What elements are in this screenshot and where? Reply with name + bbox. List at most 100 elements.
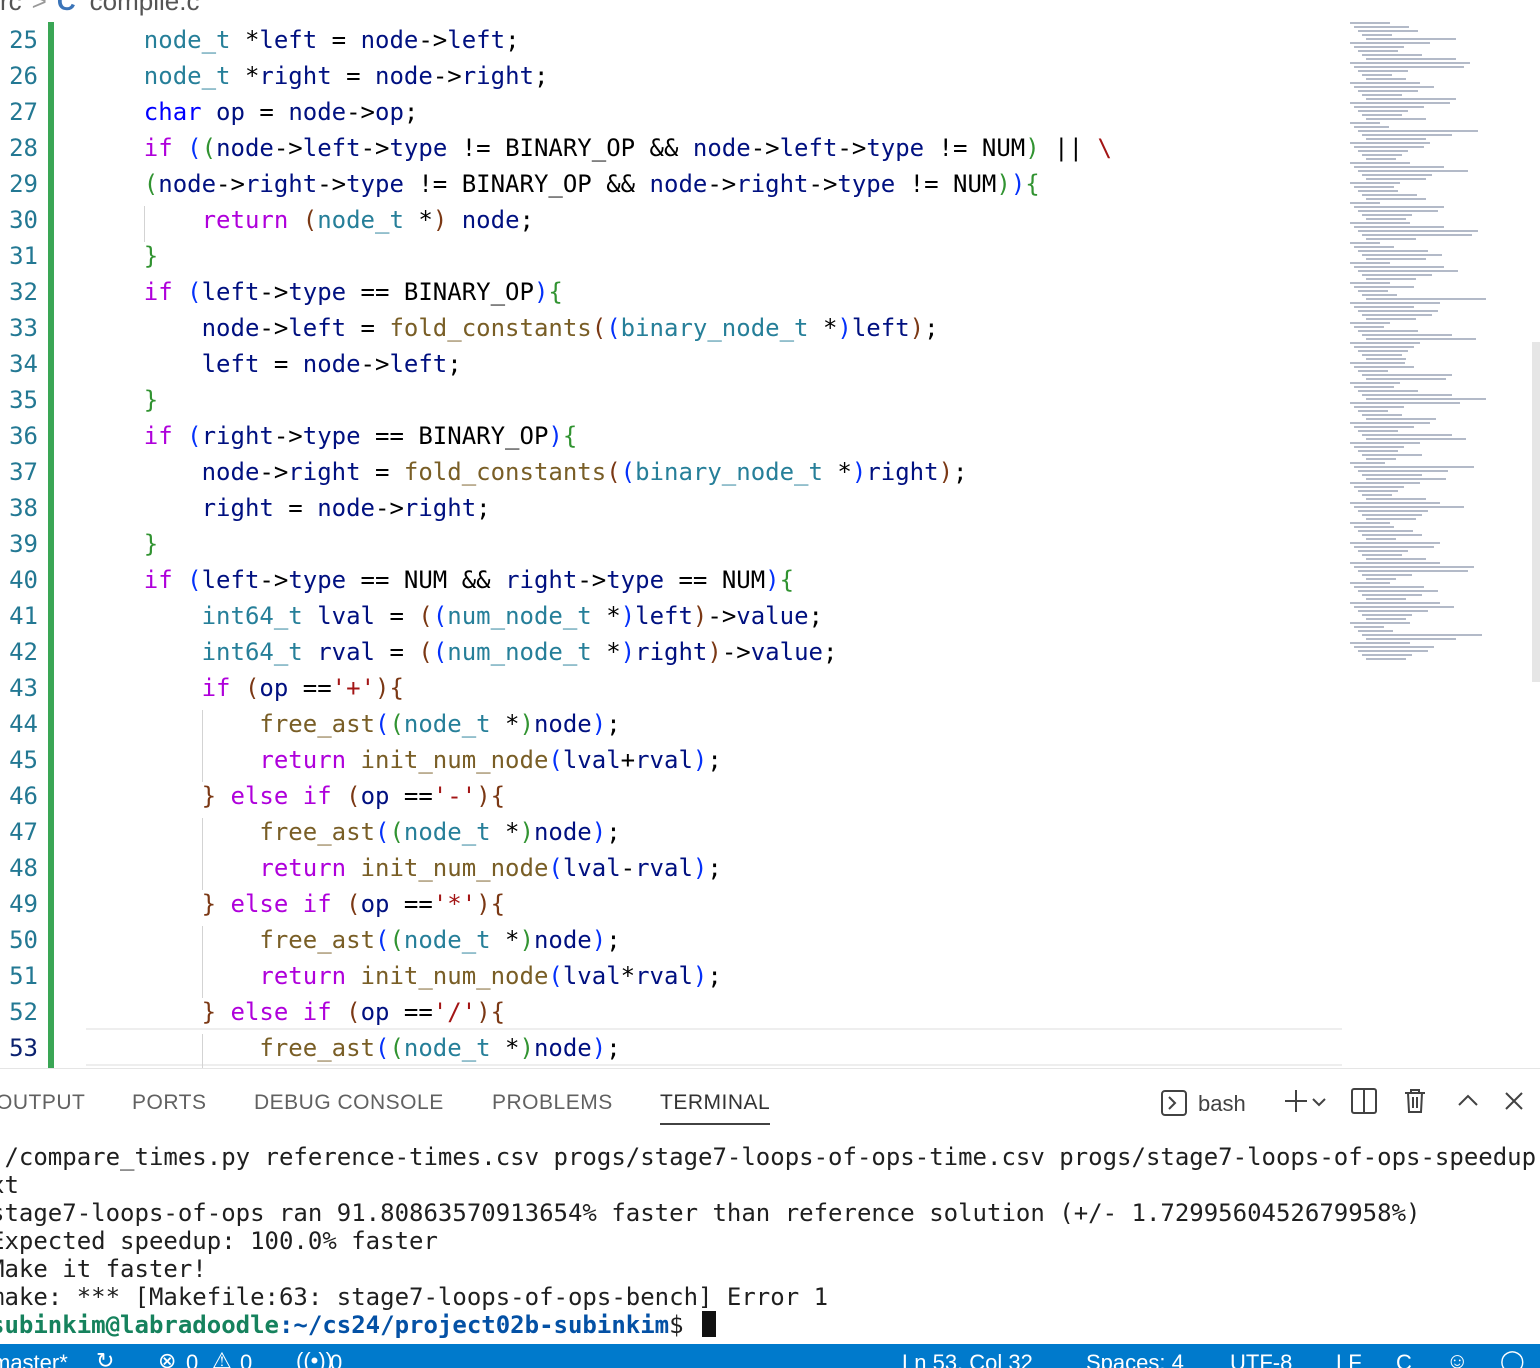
minimap[interactable] xyxy=(1346,22,1526,682)
terminal-line: Expected speedup: 100.0% faster xyxy=(0,1227,438,1255)
minimap-line xyxy=(1366,278,1416,280)
panel-toolbar: bash xyxy=(1160,1087,1540,1123)
minimap-line xyxy=(1354,566,1474,568)
code-line: node_t *right = node->right; xyxy=(143,62,549,90)
line-number: 34 xyxy=(9,350,38,378)
code-line: return init_num_node(lval*rval); xyxy=(259,962,722,990)
terminal-line: xt xyxy=(0,1171,19,1199)
minimap-line xyxy=(1358,470,1448,472)
code-line: } xyxy=(143,242,159,270)
minimap-line xyxy=(1350,102,1450,104)
minimap-line xyxy=(1366,518,1416,520)
minimap-line xyxy=(1350,622,1410,624)
line-number: 36 xyxy=(9,422,38,450)
tab-problems[interactable]: PROBLEMS xyxy=(492,1091,613,1115)
bell-icon[interactable]: ◯ xyxy=(1500,1348,1525,1368)
cursor-position[interactable]: Ln 53, Col 32 xyxy=(902,1350,1033,1368)
minimap-line xyxy=(1354,586,1424,588)
minimap-line xyxy=(1362,594,1422,596)
split-icon[interactable] xyxy=(1350,1087,1378,1121)
line-number: 25 xyxy=(9,26,38,54)
minimap-line xyxy=(1366,378,1446,380)
warning-icon[interactable]: ⚠ xyxy=(212,1348,232,1368)
minimap-line xyxy=(1350,342,1420,344)
line-number: 32 xyxy=(9,278,38,306)
code-line: if (left->type == NUM && right->type == … xyxy=(143,566,795,594)
tab-debug-console[interactable]: DEBUG CONSOLE xyxy=(254,1091,444,1115)
minimap-line xyxy=(1358,490,1398,492)
minimap-line xyxy=(1354,546,1434,548)
minimap-line xyxy=(1358,130,1478,132)
terminal-line: stage7-loops-of-ops ran 91.8086357091365… xyxy=(0,1199,1421,1227)
minimap-line xyxy=(1354,366,1414,368)
breadcrumb-folder[interactable]: rc xyxy=(0,0,22,16)
minimap-line xyxy=(1358,430,1398,432)
minimap-line xyxy=(1354,466,1474,468)
tab-output[interactable]: OUTPUT xyxy=(0,1091,85,1115)
terminal-icon[interactable] xyxy=(1160,1089,1188,1123)
line-number: 27 xyxy=(9,98,38,126)
minimap-line xyxy=(1350,582,1390,584)
feedback-icon[interactable]: ☺ xyxy=(1446,1348,1468,1368)
minimap-line xyxy=(1350,362,1405,364)
ports-count[interactable]: 0 xyxy=(330,1350,342,1368)
indentation[interactable]: Spaces: 4 xyxy=(1086,1350,1184,1368)
error-icon[interactable]: ⊗ xyxy=(158,1348,176,1368)
terminal-prompt[interactable]: subinkim@labradoodle:~/cs24/project02b-s… xyxy=(0,1311,1540,1339)
minimap-line xyxy=(1366,38,1456,40)
minimap-line xyxy=(1350,282,1390,284)
chevron-down-icon[interactable] xyxy=(1310,1091,1328,1117)
line-number: 53 xyxy=(9,1034,38,1062)
tab-terminal[interactable]: TERMINAL xyxy=(660,1091,771,1125)
broadcast-icon[interactable]: ((•)) xyxy=(296,1348,333,1368)
language-mode[interactable]: C xyxy=(1396,1350,1412,1368)
code-area[interactable]: node_t *left = node->left; node_t *right… xyxy=(86,22,1336,1068)
code-line: } else if (op =='*'){ xyxy=(201,890,506,918)
minimap-line xyxy=(1354,626,1384,628)
minimap-line xyxy=(1362,334,1452,336)
minimap-line xyxy=(1362,114,1402,116)
minimap-line xyxy=(1358,270,1458,272)
minimap-line xyxy=(1362,154,1402,156)
minimap-line xyxy=(1350,522,1390,524)
breadcrumb[interactable]: rc > Ccompile.c xyxy=(0,0,1540,22)
code-line: return (node_t *) node; xyxy=(201,206,534,234)
minimap-line xyxy=(1358,70,1408,72)
sync-icon[interactable]: ↻ xyxy=(96,1348,114,1368)
maximize-icon[interactable] xyxy=(1456,1089,1480,1119)
minimap-line xyxy=(1350,562,1440,564)
minimap-line xyxy=(1362,614,1412,616)
minimap-line xyxy=(1366,358,1406,360)
code-editor[interactable]: 25 26 27 28 29 30 31 32 33 34 35 36 37 38 39 40 41 42 43 44… xyxy=(0,22,1540,1068)
code-line: free_ast((node_t *)node); xyxy=(259,818,621,846)
warning-count[interactable]: 0 xyxy=(240,1350,252,1368)
encoding[interactable]: UTF-8 xyxy=(1230,1350,1292,1368)
terminal-output[interactable]: ./compare_times.py reference-times.csv p… xyxy=(0,1143,1540,1339)
error-count[interactable]: 0 xyxy=(186,1350,198,1368)
minimap-line xyxy=(1354,286,1414,288)
minimap-line xyxy=(1354,126,1389,128)
close-icon[interactable] xyxy=(1502,1089,1526,1119)
code-line: node->left = fold_constants((binary_node… xyxy=(201,314,939,342)
prompt-user: subinkim@labradoodle xyxy=(0,1311,279,1339)
minimap-line xyxy=(1366,418,1436,420)
plus-icon[interactable] xyxy=(1282,1087,1310,1121)
breadcrumb-file[interactable]: compile.c xyxy=(90,0,200,16)
minimap-line xyxy=(1350,142,1430,144)
shell-name[interactable]: bash xyxy=(1198,1091,1246,1117)
line-number: 52 xyxy=(9,998,38,1026)
minimap-line xyxy=(1366,58,1456,60)
git-branch[interactable]: master* xyxy=(0,1350,68,1368)
minimap-line xyxy=(1366,218,1406,220)
minimap-line xyxy=(1358,650,1428,652)
minimap-line xyxy=(1366,618,1406,620)
trash-icon[interactable] xyxy=(1402,1087,1428,1121)
tab-ports[interactable]: PORTS xyxy=(132,1091,206,1115)
minimap-line xyxy=(1350,462,1385,464)
minimap-line xyxy=(1362,74,1392,76)
end-of-line[interactable]: LF xyxy=(1336,1350,1362,1368)
c-file-icon: C xyxy=(56,0,76,16)
editor-scrollbar[interactable] xyxy=(1532,342,1540,682)
minimap-line xyxy=(1358,30,1418,32)
minimap-line xyxy=(1350,482,1420,484)
